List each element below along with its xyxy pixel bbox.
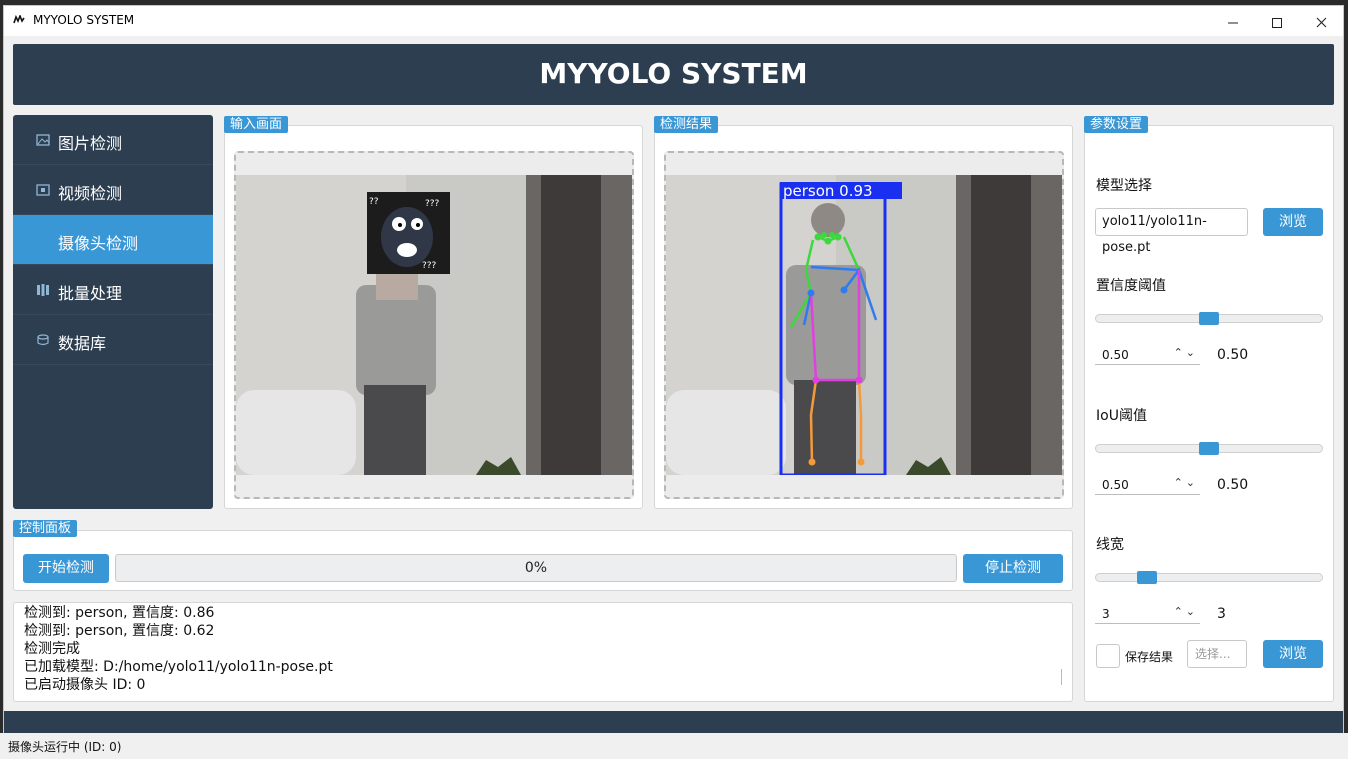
line-width-spin-value: 3 [1102, 607, 1110, 621]
video-icon [36, 184, 50, 196]
result-camera-view: person 0.93 [666, 175, 1062, 475]
sidebar-item-database[interactable]: 数据库 [13, 315, 213, 365]
save-result-checkbox[interactable] [1096, 644, 1120, 668]
log-line: 检测完成 [24, 641, 80, 657]
status-bar: 摄像头运行中 (ID: 0) [0, 733, 1348, 759]
conf-spin-value: 0.50 [1102, 348, 1129, 362]
iou-label: IoU阈值 [1096, 408, 1147, 424]
input-frame: ?? ??? ??? [234, 151, 634, 499]
log-scrollbar[interactable] [1061, 669, 1062, 685]
sidebar-item-image-detect[interactable]: 图片检测 [13, 115, 213, 165]
sidebar-item-label: 批量处理 [58, 284, 123, 303]
conf-spinbox[interactable]: 0.50 ⌃⌄ [1095, 345, 1200, 365]
sidebar-item-batch[interactable]: 批量处理 [13, 265, 213, 315]
stop-detect-button[interactable]: 停止检测 [963, 554, 1063, 583]
spin-arrows-icon[interactable]: ⌃⌄ [1174, 605, 1198, 618]
line-width-slider-handle[interactable] [1136, 571, 1157, 584]
sidebar-item-label: 图片检测 [58, 134, 123, 153]
input-panel: ?? ??? ??? [224, 125, 643, 509]
browse-save-button[interactable]: 浏览 [1263, 640, 1323, 668]
control-panel-title: 控制面板 [13, 520, 78, 537]
close-icon[interactable] [1304, 10, 1340, 34]
emoji-face-sticker: ?? ??? ??? [367, 192, 450, 274]
maximize-icon[interactable] [1259, 10, 1295, 34]
detection-label: person 0.93 [783, 182, 873, 200]
save-result-label: 保存结果 [1125, 650, 1174, 664]
sidebar-item-label: 摄像头检测 [58, 234, 139, 253]
settings-panel-title: 参数设置 [1084, 116, 1149, 133]
result-frame: person 0.93 [664, 151, 1064, 499]
iou-value: 0.50 [1217, 477, 1249, 493]
line-width-spinbox[interactable]: 3 ⌃⌄ [1095, 604, 1200, 624]
svg-text:??: ?? [369, 197, 379, 207]
window-title: MYYOLO SYSTEM [33, 13, 135, 27]
iou-spinbox[interactable]: 0.50 ⌃⌄ [1095, 475, 1200, 495]
svg-text:???: ??? [422, 261, 437, 271]
log-line: 检测到: person, 置信度: 0.86 [24, 605, 215, 621]
input-panel-title: 输入画面 [224, 116, 289, 133]
iou-slider-handle[interactable] [1199, 442, 1219, 455]
sidebar-item-camera-detect[interactable]: 摄像头检测 [13, 215, 213, 265]
log-line: 已加载模型: D:/home/yolo11/yolo11n-pose.pt [24, 659, 333, 675]
status-text: 摄像头运行中 (ID: 0) [8, 740, 122, 754]
batch-icon [37, 284, 49, 296]
line-width-slider[interactable] [1095, 573, 1323, 582]
sidebar: 图片检测 视频检测 摄像头检测 批量处理 数据库 [13, 115, 213, 509]
result-panel: person 0.93 [654, 125, 1073, 509]
app-window: MYYOLO SYSTEM MYYOLO SYSTEM 图片检测 视频检测 摄像… [3, 5, 1344, 735]
result-panel-title: 检测结果 [654, 116, 719, 133]
svg-text:???: ??? [425, 199, 440, 209]
minimize-icon[interactable] [1214, 10, 1250, 34]
title-bar: MYYOLO SYSTEM [4, 6, 1343, 36]
progress-bar: 0% [115, 554, 957, 582]
bottom-bar [4, 711, 1343, 735]
conf-value: 0.50 [1217, 347, 1249, 363]
log-line: 检测到: person, 置信度: 0.62 [24, 623, 215, 639]
app-logo-icon [13, 15, 25, 24]
header-title: MYYOLO SYSTEM [539, 57, 808, 90]
iou-spin-value: 0.50 [1102, 478, 1129, 492]
sidebar-item-label: 数据库 [58, 334, 107, 353]
spin-arrows-icon[interactable]: ⌃⌄ [1174, 346, 1198, 359]
control-panel: 开始检测 0% 停止检测 [13, 530, 1073, 591]
settings-panel: 模型选择 yolo11/yolo11n-pose.pt 浏览 置信度阈值 0.5… [1084, 125, 1334, 702]
save-path-input[interactable]: 选择... [1187, 640, 1247, 668]
line-width-label: 线宽 [1096, 537, 1124, 553]
sidebar-item-label: 视频检测 [58, 184, 123, 203]
model-label: 模型选择 [1096, 178, 1152, 194]
sidebar-item-video-detect[interactable]: 视频检测 [13, 165, 213, 215]
log-line: 已启动摄像头 ID: 0 [24, 677, 146, 693]
conf-slider-handle[interactable] [1199, 312, 1219, 325]
line-width-value: 3 [1217, 606, 1226, 622]
model-path-input[interactable]: yolo11/yolo11n-pose.pt [1095, 208, 1248, 255]
image-icon [36, 134, 50, 146]
database-icon [37, 334, 49, 346]
spin-arrows-icon[interactable]: ⌃⌄ [1174, 476, 1198, 489]
log-output[interactable]: 检测到: person, 置信度: 0.86 检测到: person, 置信度:… [13, 602, 1073, 702]
app-header: MYYOLO SYSTEM [13, 44, 1334, 105]
start-detect-button[interactable]: 开始检测 [23, 554, 109, 583]
browse-model-button[interactable]: 浏览 [1263, 208, 1323, 236]
conf-label: 置信度阈值 [1096, 278, 1166, 294]
